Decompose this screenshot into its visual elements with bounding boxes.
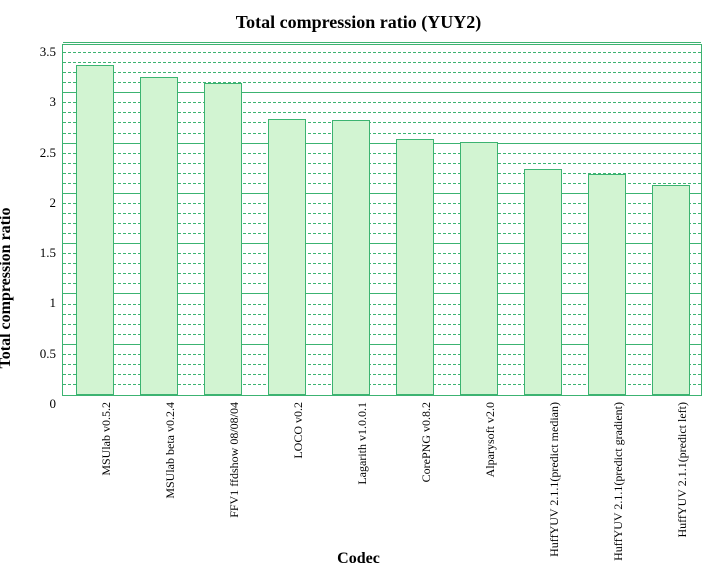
- x-axis-label: Codec: [0, 550, 717, 568]
- x-tick-label: CorePNG v0.8.2: [419, 402, 434, 482]
- bar: [140, 77, 178, 395]
- bar: [268, 119, 306, 395]
- x-tick-label: MSUlab v0.5.2: [99, 402, 114, 476]
- bar: [396, 139, 434, 395]
- x-tick-label: HuffYUV 2.1.1(predict gradient): [611, 402, 626, 561]
- bar: [332, 120, 370, 395]
- x-tick-label: Alparysoft v2.0: [483, 402, 498, 477]
- bar: [588, 174, 626, 395]
- bar: [652, 185, 690, 395]
- y-axis-label: Total compression ratio: [0, 208, 15, 369]
- plot-area: [62, 44, 702, 396]
- x-tick-label: HuffYUV 2.1.1(predict left): [675, 402, 690, 538]
- x-tick-label: LOCO v0.2: [291, 402, 306, 459]
- bar: [524, 169, 562, 395]
- x-tick-label: MSUlab beta v0.2.4: [163, 402, 178, 499]
- x-tick-label: FFV1 ffdshow 08/08/04: [227, 402, 242, 518]
- bar: [204, 83, 242, 395]
- chart-container: Total compression ratio (YUY2) Total com…: [0, 0, 717, 576]
- bar: [76, 65, 114, 395]
- y-axis-ticks: 00.511.522.533.5: [32, 44, 60, 396]
- bars-layer: [63, 45, 701, 395]
- chart-title: Total compression ratio (YUY2): [0, 12, 717, 33]
- x-tick-label: Lagarith v1.0.0.1: [355, 402, 370, 485]
- bar: [460, 142, 498, 395]
- grid-major-line: [63, 42, 701, 43]
- x-tick-label: HuffYUV 2.1.1(predict median): [547, 402, 562, 557]
- x-axis-ticks: MSUlab v0.5.2 MSUlab beta v0.2.4 FFV1 ffds…: [62, 396, 702, 552]
